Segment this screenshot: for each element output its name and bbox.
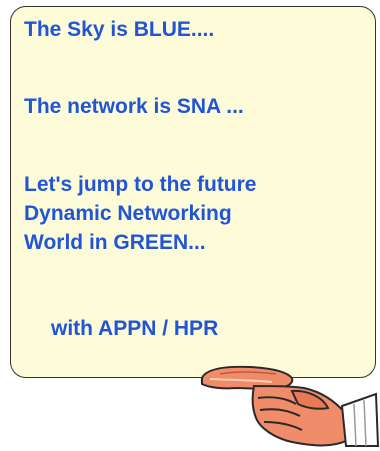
network-sna-line: The network is SNA ... [24,95,244,118]
dynamic-networking-line: Dynamic Networking [24,202,232,225]
sky-blue-line: The Sky is BLUE.... [24,18,215,41]
jump-future-line: Let's jump to the future [24,173,257,196]
appn-hpr-line: with APPN / HPR [51,317,219,340]
world-green-line: World in GREEN... [24,231,206,254]
pointing-hand-icon [201,365,380,447]
slide: The Sky is BLUE.... The network is SNA .… [0,0,380,451]
